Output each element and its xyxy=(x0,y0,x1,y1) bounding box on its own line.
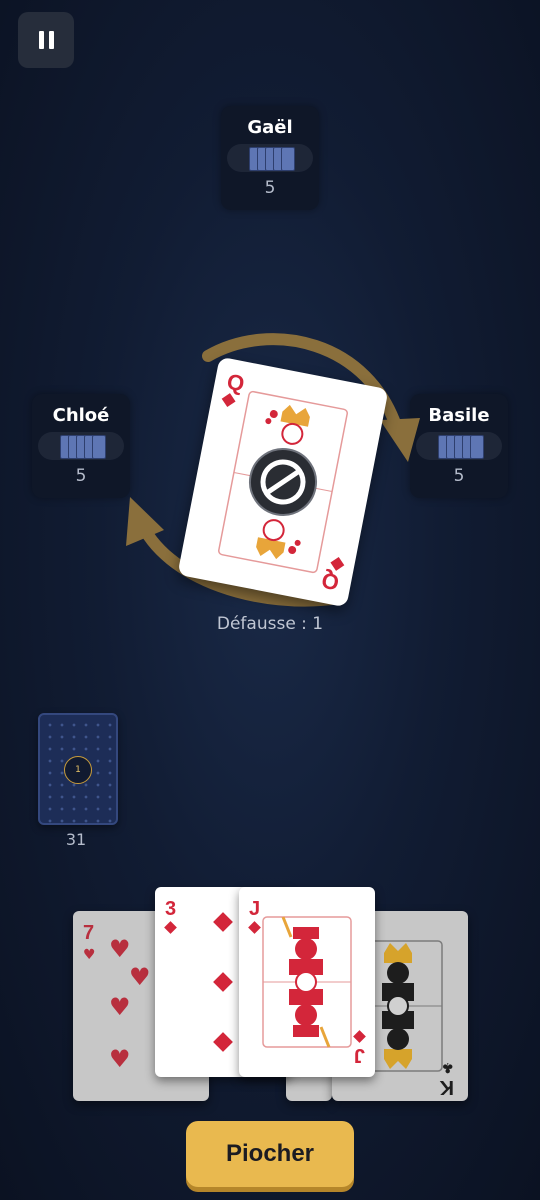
card-rank: J xyxy=(249,898,260,920)
arrow-head-icon xyxy=(380,418,420,462)
draw-deck[interactable]: 1 xyxy=(38,713,118,825)
club-suit-icon: ♣ xyxy=(441,1059,454,1075)
diamond-suit-icon xyxy=(248,921,261,934)
play-direction-arrows xyxy=(126,333,420,607)
svg-text:♥: ♥ xyxy=(109,993,131,1021)
svg-text:♥: ♥ xyxy=(109,1045,131,1073)
card-rank: K xyxy=(439,1076,454,1098)
card-rank: J xyxy=(354,1044,365,1066)
diamond-suit-icon xyxy=(221,393,236,408)
deck-count: 31 xyxy=(65,830,87,849)
skip-icon xyxy=(249,448,317,516)
discard-count-label: Défausse : 1 xyxy=(216,614,324,634)
card-rank: 7 xyxy=(83,922,94,944)
hand-card-j-diamonds[interactable]: J J xyxy=(239,887,375,1077)
deck-badge: 1 xyxy=(64,756,92,784)
svg-text:♥: ♥ xyxy=(109,935,131,963)
draw-button[interactable]: Piocher xyxy=(186,1121,354,1187)
heart-suit-icon: ♥ xyxy=(83,947,96,963)
svg-text:♥: ♥ xyxy=(129,963,151,991)
card-rank: Q xyxy=(320,567,342,595)
card-rank: 3 xyxy=(165,898,176,920)
card-rank: Q xyxy=(225,369,247,397)
diamond-suit-icon xyxy=(164,921,177,934)
